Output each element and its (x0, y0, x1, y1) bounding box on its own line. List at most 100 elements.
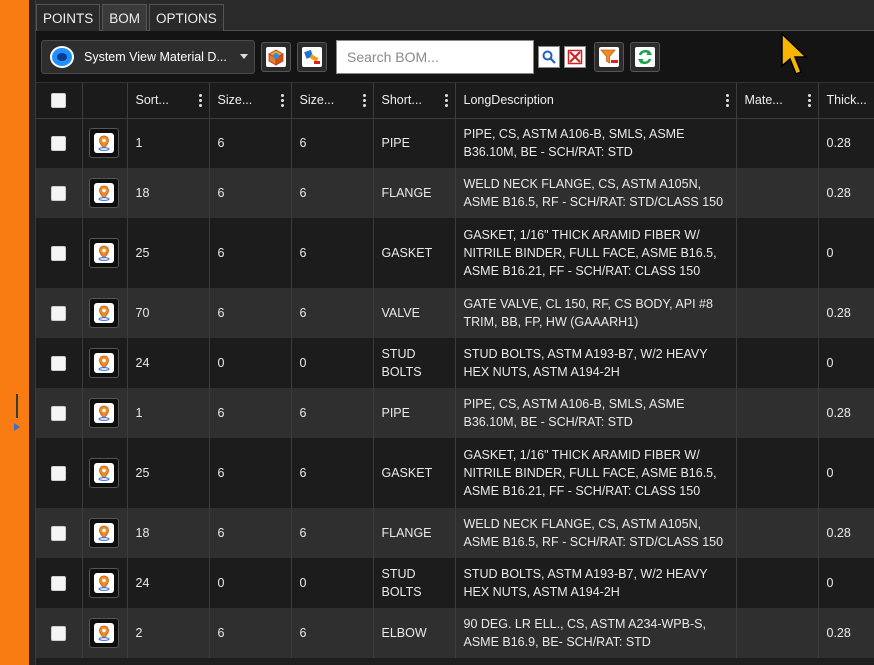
locate-button[interactable] (88, 238, 119, 268)
search-input[interactable] (347, 48, 533, 65)
refresh-button[interactable] (630, 41, 660, 72)
bom-table: Sort... Size... Size... Short... LongDes… (36, 83, 874, 658)
column-header-short[interactable]: Short... (373, 83, 456, 119)
column-header-label: Thick... (826, 93, 867, 108)
cell-thickness: 0.28 (818, 288, 874, 338)
cell-short-description: PIPE (373, 388, 456, 438)
row-checkbox[interactable] (51, 186, 66, 202)
column-menu-icon[interactable] (362, 94, 366, 107)
row-action-cell (82, 118, 128, 168)
tab-points[interactable]: POINTS (36, 4, 101, 31)
cell-thickness: 0 (818, 218, 874, 288)
cell-long-description: PIPE, CS, ASTM A106-B, SMLS, ASME B36.10… (455, 118, 737, 168)
column-menu-icon[interactable] (725, 94, 729, 107)
row-checkbox[interactable] (51, 526, 66, 542)
locate-button[interactable] (88, 348, 119, 378)
cell-sort: 18 (127, 508, 210, 558)
row-checkbox[interactable] (51, 306, 66, 322)
table-row[interactable]: 18 6 6 FLANGE WELD NECK FLANGE, CS, ASTM A10… (36, 508, 874, 558)
search-field[interactable] (336, 39, 534, 74)
expand-arrow-icon[interactable] (14, 423, 20, 431)
select-all-checkbox[interactable] (51, 92, 66, 108)
location-pin-icon (93, 183, 114, 203)
cell-long-description: WELD NECK FLANGE, CS, ASTM A105N, ASME B… (455, 168, 737, 218)
cell-thickness: 0.28 (818, 118, 874, 168)
table-row[interactable]: 1 6 6 PIPE PIPE, CS, ASTM A106-B, SMLS, ASME… (36, 388, 874, 438)
locate-button[interactable] (88, 568, 119, 598)
cell-size1: 0 (209, 558, 292, 608)
cell-short-description: VALVE (373, 288, 456, 338)
cell-sort: 2 (127, 608, 210, 658)
row-select-cell (36, 168, 83, 218)
cell-size2: 6 (291, 288, 374, 338)
locate-button[interactable] (88, 518, 119, 548)
column-header-label: Short... (381, 93, 422, 108)
location-pin-icon (93, 573, 114, 593)
column-header-sort[interactable]: Sort... (127, 83, 210, 119)
select-all-header (36, 83, 83, 119)
row-action-cell (82, 288, 128, 338)
table-row[interactable]: 18 6 6 FLANGE WELD NECK FLANGE, CS, ASTM A10… (36, 168, 874, 218)
row-checkbox[interactable] (51, 626, 66, 642)
cell-size1: 6 (209, 168, 292, 218)
tab-options[interactable]: OPTIONS (149, 4, 224, 31)
cell-short-description: PIPE (373, 118, 456, 168)
locate-button[interactable] (88, 398, 119, 428)
cell-short-description: GASKET (373, 438, 456, 508)
column-header-longdescription[interactable]: LongDescription (455, 83, 737, 119)
system-view-logo-icon (50, 45, 74, 68)
column-header-label: LongDescription (463, 93, 554, 108)
cell-size2: 6 (291, 388, 374, 438)
cell-size2: 6 (291, 608, 374, 658)
row-checkbox[interactable] (51, 466, 66, 482)
row-checkbox[interactable] (51, 406, 66, 422)
locate-button[interactable] (88, 178, 119, 208)
cell-thickness: 0.28 (818, 608, 874, 658)
row-checkbox[interactable] (51, 136, 66, 152)
panel-splitter[interactable] (29, 0, 36, 665)
clear-filter-button[interactable] (594, 41, 624, 72)
locate-button[interactable] (88, 618, 119, 648)
table-row[interactable]: 24 0 0 STUD BOLTS STUD BOLTS, ASTM A193-B7, … (36, 558, 874, 608)
locate-button[interactable] (88, 128, 119, 159)
column-header-size1[interactable]: Size... (209, 83, 292, 119)
cell-size2: 0 (291, 338, 374, 388)
table-row[interactable]: 24 0 0 STUD BOLTS STUD BOLTS, ASTM A193-B7, … (36, 338, 874, 388)
locate-button[interactable] (88, 298, 119, 328)
table-header-row: Sort... Size... Size... Short... LongDes… (36, 83, 874, 119)
splitter-grip[interactable] (16, 394, 18, 418)
view-select-dropdown[interactable]: System View Material D... (41, 39, 255, 74)
row-checkbox[interactable] (51, 576, 66, 592)
table-row[interactable]: 25 6 6 GASKET GASKET, 1/16" THICK ARAMID FIB… (36, 438, 874, 508)
pipe-remove-button[interactable] (297, 41, 327, 72)
clear-search-button[interactable] (564, 45, 586, 68)
package-button[interactable] (261, 41, 291, 72)
search-button[interactable] (538, 45, 560, 68)
table-row[interactable]: 70 6 6 VALVE GATE VALVE, CL 150, RF, CS BODY… (36, 288, 874, 338)
column-header-size2[interactable]: Size... (291, 83, 374, 119)
table-row[interactable]: 1 6 6 PIPE PIPE, CS, ASTM A106-B, SMLS, ASME… (36, 118, 874, 168)
cell-material (736, 438, 819, 508)
column-menu-icon[interactable] (198, 94, 202, 107)
location-pin-icon (93, 303, 114, 323)
table-row[interactable]: 2 6 6 ELBOW 90 DEG. LR ELL., CS, ASTM A234-W… (36, 608, 874, 658)
column-header-thickness[interactable]: Thick... (818, 83, 874, 119)
cell-thickness: 0 (818, 438, 874, 508)
cell-size1: 6 (209, 608, 292, 658)
cell-thickness: 0.28 (818, 508, 874, 558)
column-menu-icon[interactable] (280, 94, 284, 107)
column-menu-icon[interactable] (444, 94, 448, 107)
column-header-material[interactable]: Mate... (736, 83, 819, 119)
row-checkbox[interactable] (51, 246, 66, 262)
column-menu-icon[interactable] (807, 94, 811, 107)
tab-bom[interactable]: BOM (102, 4, 148, 31)
column-header-label: Size... (217, 93, 253, 108)
tab-bar: POINTS BOM OPTIONS (36, 0, 874, 31)
row-action-cell (82, 608, 128, 658)
table-row[interactable]: 25 6 6 GASKET GASKET, 1/16" THICK ARAMID FIB… (36, 218, 874, 288)
row-checkbox[interactable] (51, 356, 66, 372)
location-pin-icon (93, 523, 114, 543)
locate-button[interactable] (88, 458, 119, 488)
view-select-label: System View Material D... (84, 49, 227, 64)
action-column-header (82, 83, 128, 119)
